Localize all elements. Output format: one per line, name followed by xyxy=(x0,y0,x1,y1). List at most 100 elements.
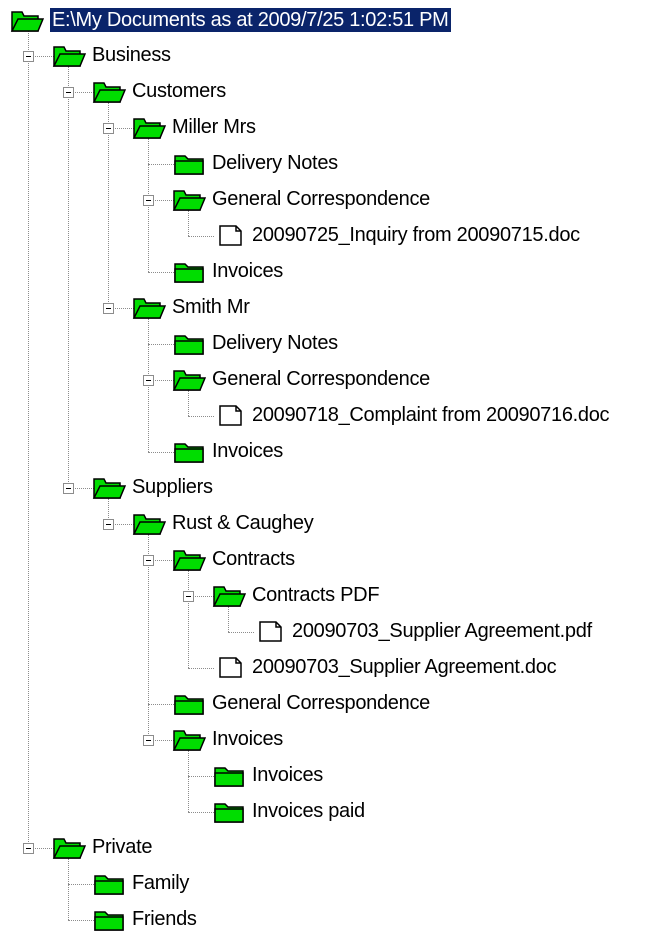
tree-item-label[interactable]: Business xyxy=(92,43,171,67)
tree-folder-node-invoices-paid[interactable]: Invoices paid xyxy=(0,794,647,830)
tree-item-label[interactable]: Smith Mr xyxy=(172,295,250,319)
folder-closed-icon xyxy=(92,906,126,932)
collapse-toggle-icon[interactable] xyxy=(183,591,194,602)
folder-tree: E:\My Documents as at 2009/7/25 1:02:51 … xyxy=(0,0,647,933)
folder-open-icon xyxy=(132,510,167,536)
tree-item-label[interactable]: Rust & Caughey xyxy=(172,511,314,535)
folder-closed-icon xyxy=(92,870,126,896)
folder-closed-icon xyxy=(172,438,206,464)
tree-file-node[interactable]: 20090725_Inquiry from 20090715.doc xyxy=(0,218,647,254)
folder-closed-icon xyxy=(172,330,206,356)
folder-open-icon xyxy=(172,366,207,392)
tree-item-label[interactable]: Family xyxy=(132,871,189,895)
tree-connector-line xyxy=(148,272,174,273)
folder-open-icon xyxy=(132,114,167,140)
tree-item-label[interactable]: Miller Mrs xyxy=(172,115,256,139)
collapse-toggle-icon[interactable] xyxy=(103,123,114,134)
tree-connector-line xyxy=(68,884,94,885)
collapse-toggle-icon[interactable] xyxy=(103,303,114,314)
tree-folder-node-contracts-pdf[interactable]: Contracts PDF xyxy=(0,578,647,614)
collapse-toggle-icon[interactable] xyxy=(143,735,154,746)
folder-closed-icon xyxy=(212,798,246,824)
file-icon xyxy=(212,222,246,248)
tree-connector-line xyxy=(188,236,214,237)
tree-connector-line xyxy=(188,812,214,813)
folder-open-icon xyxy=(52,42,87,68)
collapse-toggle-icon[interactable] xyxy=(63,483,74,494)
tree-item-label[interactable]: 20090703_Supplier Agreement.pdf xyxy=(292,619,592,643)
tree-item-label[interactable]: Delivery Notes xyxy=(212,331,338,355)
tree-folder-node-miller-mrs[interactable]: Miller Mrs xyxy=(0,110,647,146)
tree-folder-node-invoices[interactable]: Invoices xyxy=(0,254,647,290)
tree-item-label[interactable]: Invoices xyxy=(252,763,323,787)
tree-connector-line xyxy=(148,344,174,345)
folder-open-icon xyxy=(52,834,87,860)
collapse-toggle-icon[interactable] xyxy=(103,519,114,530)
tree-folder-node-delivery-notes[interactable]: Delivery Notes xyxy=(0,146,647,182)
tree-item-label[interactable]: Private xyxy=(92,835,152,859)
tree-folder-node-invoices[interactable]: Invoices xyxy=(0,722,647,758)
folder-open-icon xyxy=(132,294,167,320)
tree-folder-node-general-correspondence[interactable]: General Correspondence xyxy=(0,182,647,218)
collapse-toggle-icon[interactable] xyxy=(23,51,34,62)
tree-folder-node-delivery-notes[interactable]: Delivery Notes xyxy=(0,326,647,362)
tree-item-label[interactable]: Suppliers xyxy=(132,475,213,499)
tree-item-label[interactable]: 20090718_Complaint from 20090716.doc xyxy=(252,403,610,427)
tree-connector-line xyxy=(188,668,214,669)
folder-closed-icon xyxy=(172,258,206,284)
tree-folder-node-smith-mr[interactable]: Smith Mr xyxy=(0,290,647,326)
tree-item-label[interactable]: Invoices paid xyxy=(252,799,365,823)
tree-connector-line xyxy=(68,920,94,921)
tree-folder-node-invoices[interactable]: Invoices xyxy=(0,758,647,794)
folder-open-icon xyxy=(172,546,207,572)
folder-closed-icon xyxy=(172,690,206,716)
tree-root-label[interactable]: E:\My Documents as at 2009/7/25 1:02:51 … xyxy=(50,8,451,32)
tree-item-label[interactable]: Delivery Notes xyxy=(212,151,338,175)
folder-open-icon xyxy=(172,186,207,212)
tree-item-label[interactable]: Contracts PDF xyxy=(252,583,380,607)
tree-folder-node-general-correspondence[interactable]: General Correspondence xyxy=(0,686,647,722)
tree-folder-node-contracts[interactable]: Contracts xyxy=(0,542,647,578)
tree-item-label[interactable]: Customers xyxy=(132,79,226,103)
file-icon xyxy=(252,618,286,644)
tree-item-label[interactable]: Friends xyxy=(132,907,197,931)
folder-open-icon xyxy=(172,726,207,752)
tree-folder-node-business[interactable]: Business xyxy=(0,38,647,74)
tree-connector-line xyxy=(148,452,174,453)
collapse-toggle-icon[interactable] xyxy=(63,87,74,98)
tree-file-node[interactable]: 20090703_Supplier Agreement.pdf xyxy=(0,614,647,650)
tree-file-node[interactable]: 20090718_Complaint from 20090716.doc xyxy=(0,398,647,434)
tree-folder-node-family[interactable]: Family xyxy=(0,866,647,902)
tree-folder-node-invoices[interactable]: Invoices xyxy=(0,434,647,470)
tree-folder-node-private[interactable]: Private xyxy=(0,830,647,866)
folder-open-icon xyxy=(212,582,247,608)
tree-item-label[interactable]: General Correspondence xyxy=(212,367,430,391)
tree-item-label[interactable]: 20090703_Supplier Agreement.doc xyxy=(252,655,557,679)
tree-folder-node-customers[interactable]: Customers xyxy=(0,74,647,110)
tree-connector-line xyxy=(148,164,174,165)
tree-item-label[interactable]: Contracts xyxy=(212,547,295,571)
folder-open-icon xyxy=(10,7,45,33)
tree-item-label[interactable]: General Correspondence xyxy=(212,691,430,715)
collapse-toggle-icon[interactable] xyxy=(23,843,34,854)
collapse-toggle-icon[interactable] xyxy=(143,375,154,386)
collapse-toggle-icon[interactable] xyxy=(143,195,154,206)
tree-root-node[interactable]: E:\My Documents as at 2009/7/25 1:02:51 … xyxy=(0,0,520,36)
tree-connector-line xyxy=(228,632,254,633)
tree-folder-node-rust-caughey[interactable]: Rust & Caughey xyxy=(0,506,647,542)
tree-item-label[interactable]: Invoices xyxy=(212,439,283,463)
folder-closed-icon xyxy=(172,150,206,176)
tree-item-label[interactable]: Invoices xyxy=(212,259,283,283)
tree-item-label[interactable]: General Correspondence xyxy=(212,187,430,211)
tree-connector-line xyxy=(188,776,214,777)
file-icon xyxy=(212,654,246,680)
tree-folder-node-suppliers[interactable]: Suppliers xyxy=(0,470,647,506)
tree-item-label[interactable]: 20090725_Inquiry from 20090715.doc xyxy=(252,223,580,247)
folder-open-icon xyxy=(92,78,127,104)
tree-connector-line xyxy=(148,704,174,705)
tree-file-node[interactable]: 20090703_Supplier Agreement.doc xyxy=(0,650,647,686)
tree-item-label[interactable]: Invoices xyxy=(212,727,283,751)
tree-folder-node-general-correspondence[interactable]: General Correspondence xyxy=(0,362,647,398)
tree-connector-line xyxy=(188,416,214,417)
collapse-toggle-icon[interactable] xyxy=(143,555,154,566)
